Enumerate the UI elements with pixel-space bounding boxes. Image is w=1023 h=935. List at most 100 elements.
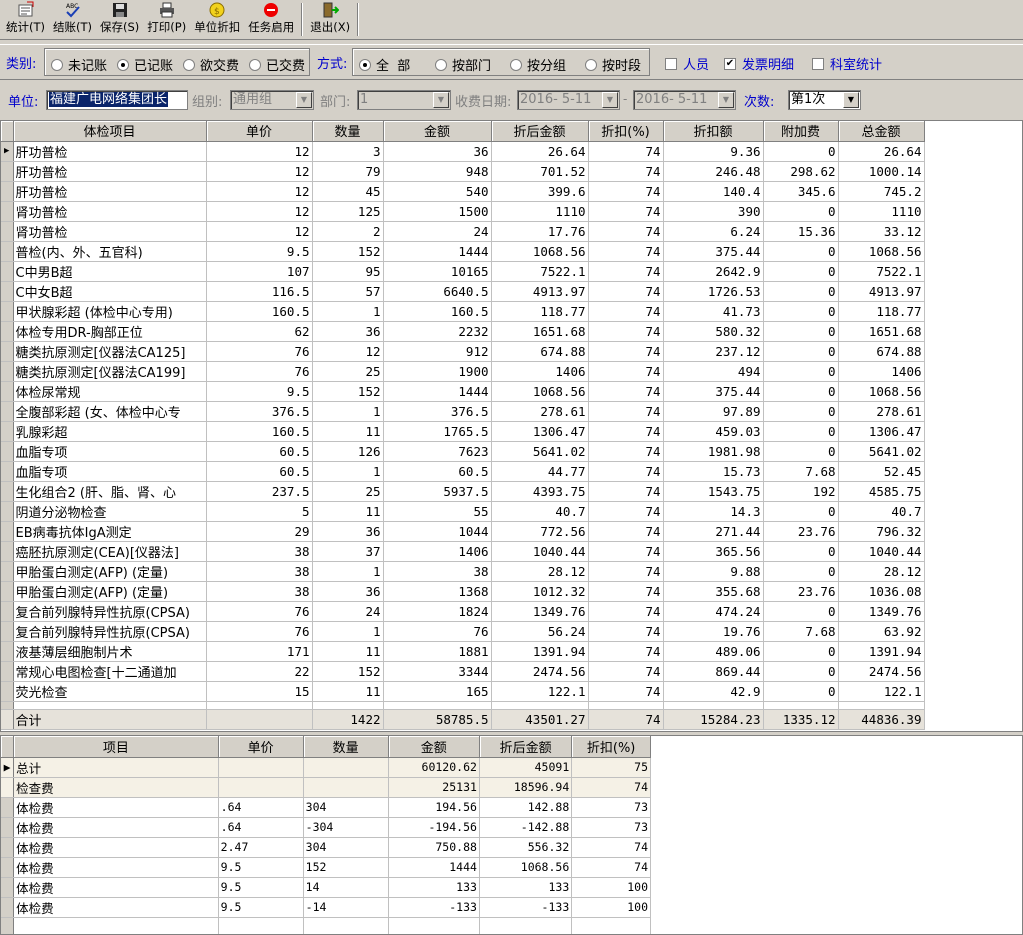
table-cell[interactable]: 28.12 [491,561,589,582]
column-header[interactable]: 项目 [13,736,219,758]
table-cell[interactable]: 血脂专项 [13,441,207,462]
table-cell[interactable]: 0 [763,321,839,342]
row-indicator[interactable] [1,581,14,602]
column-header[interactable]: 金额 [383,121,492,142]
radio-circle[interactable] [585,58,597,71]
table-cell[interactable]: 74 [588,601,664,622]
table-cell[interactable]: 38 [206,541,313,562]
table-cell[interactable]: 肾功普检 [13,221,207,242]
table-cell[interactable]: 9.88 [663,561,764,582]
table-cell[interactable]: 2.47 [218,837,304,858]
table-cell[interactable]: 4585.75 [838,481,925,502]
table-cell[interactable]: 常规心电图检查[十二通道加 [13,661,207,682]
toolbar-button-1[interactable]: 统计(T) [2,0,49,38]
table-cell[interactable]: 9.36 [663,141,764,162]
table-cell[interactable]: 1044 [383,521,492,542]
row-indicator[interactable] [1,221,14,242]
row-indicator[interactable] [1,797,15,818]
table-cell[interactable]: 1406 [383,541,492,562]
table-row[interactable]: ▶ 总计 60120.62 45091 75 [1,757,651,778]
table-cell[interactable]: 1068.56 [491,241,589,262]
checkbox-1[interactable]: 人员 [665,54,709,73]
table-cell[interactable]: 74 [588,301,664,322]
table-cell[interactable]: 体检尿常规 [13,381,207,402]
table-cell[interactable]: 36 [383,141,492,162]
date-from-field[interactable]: 2016- 5-11 ▼ [517,90,620,110]
row-indicator[interactable] [1,661,14,682]
table-cell[interactable]: 100 [571,877,651,898]
table-cell[interactable]: 60120.62 [388,757,480,778]
table-cell[interactable]: 52.45 [838,461,925,482]
current-row-arrow-icon[interactable]: ▶ [1,757,15,778]
table-cell[interactable]: 74 [588,181,664,202]
table-cell[interactable]: 28.12 [838,561,925,582]
table-cell[interactable]: 580.32 [663,321,764,342]
table-cell[interactable]: 12 [312,341,384,362]
row-indicator[interactable] [1,877,15,898]
table-cell[interactable]: 检查费 [13,777,219,798]
table-row[interactable]: 癌胚抗原测定(CEA)[仪器法] 38 37 1406 1040.44 74 365.56 0… [1,541,925,562]
table-row[interactable]: 血脂专项 60.5 1 60.5 44.77 74 15.73 7.68 52.45 [1,461,925,482]
table-cell[interactable]: 0 [763,381,839,402]
table-cell[interactable]: 15.73 [663,461,764,482]
table-cell[interactable]: 0 [763,601,839,622]
category-radio-4[interactable]: 已交费 [249,55,305,74]
table-cell[interactable]: 1 [312,461,384,482]
table-cell[interactable]: 160.5 [383,301,492,322]
table-cell[interactable]: 3344 [383,661,492,682]
table-cell[interactable]: -142.88 [479,817,573,838]
table-cell[interactable]: 74 [571,837,651,858]
table-cell[interactable]: 42.9 [663,681,764,702]
table-cell[interactable]: 74 [588,461,664,482]
row-indicator[interactable] [1,301,14,322]
chevron-down-icon[interactable]: ▼ [296,92,312,108]
table-cell[interactable]: 复合前列腺特异性抗原(CPSA) [13,621,207,642]
checkmark-icon[interactable]: ✔ [724,57,736,70]
table-cell[interactable]: 4913.97 [491,281,589,302]
table-cell[interactable]: 体检费 [13,817,219,838]
table-cell[interactable]: 25 [312,361,384,382]
chevron-down-icon[interactable]: ▼ [718,92,734,108]
table-cell[interactable]: 165 [383,681,492,702]
table-cell[interactable]: 674.88 [838,341,925,362]
table-cell[interactable]: 44.77 [491,461,589,482]
table-cell[interactable]: 118.77 [838,301,925,322]
mode-radio-2[interactable]: 按部门 [435,55,491,74]
table-cell[interactable]: 304 [303,797,389,818]
group-select[interactable]: 通用组 ▼ [230,90,314,110]
table-cell[interactable]: 肾功普检 [13,201,207,222]
row-indicator[interactable] [1,857,15,878]
radio-circle[interactable] [51,58,63,71]
table-cell[interactable]: 22 [206,661,313,682]
table-row[interactable]: 体检费 9.5 -14 -133 -133 100 [1,897,651,918]
table-cell[interactable]: 肝功普检 [13,161,207,182]
table-row[interactable]: 肾功普检 12 125 1500 1110 74 390 0 1110 [1,201,925,222]
table-cell[interactable]: 76 [206,361,313,382]
mode-radio-4[interactable]: 按时段 [585,55,641,74]
table-cell[interactable]: .64 [218,797,304,818]
table-cell[interactable] [303,777,389,798]
table-cell[interactable]: 15.36 [763,221,839,242]
table-row[interactable]: 阴道分泌物检查 5 11 55 40.7 74 14.3 0 40.7 [1,501,925,522]
table-cell[interactable]: 74 [588,381,664,402]
dept-select[interactable]: 1 ▼ [357,90,451,110]
column-header[interactable]: 体检项目 [13,121,207,142]
table-cell[interactable]: 399.6 [491,181,589,202]
table-cell[interactable]: 74 [588,221,664,242]
table-cell[interactable]: 74 [571,857,651,878]
table-cell[interactable]: 345.6 [763,181,839,202]
table-cell[interactable]: 126 [312,441,384,462]
column-header[interactable]: 附加费 [763,121,839,142]
table-cell[interactable]: 237.12 [663,341,764,362]
row-indicator[interactable] [1,161,14,182]
table-cell[interactable]: 194.56 [388,797,480,818]
table-cell[interactable]: 肝功普检 [13,141,207,162]
table-cell[interactable]: 1726.53 [663,281,764,302]
radio-circle[interactable] [510,58,522,71]
table-cell[interactable]: 74 [588,581,664,602]
table-cell[interactable]: 1765.5 [383,421,492,442]
table-row[interactable]: 复合前列腺特异性抗原(CPSA) 76 1 76 56.24 74 19.76 7.68 63.… [1,621,925,642]
table-cell[interactable]: 45 [312,181,384,202]
table-cell[interactable]: 74 [588,681,664,702]
row-indicator[interactable] [1,341,14,362]
